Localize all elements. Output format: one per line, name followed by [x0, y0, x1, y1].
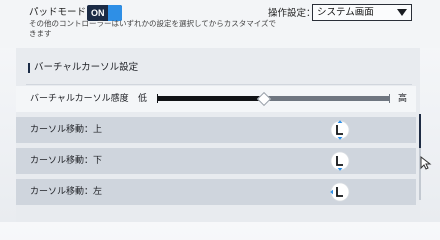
mouse-pointer-icon	[420, 156, 432, 170]
left-stick-down-icon	[330, 151, 350, 171]
operation-setting-label: 操作設定：	[268, 8, 316, 19]
sensitivity-row[interactable]: バーチャルカーソル感度 低 高	[16, 86, 416, 112]
sensitivity-label: バーチャルカーソル感度	[30, 94, 129, 104]
section-divider	[26, 84, 412, 85]
slider-end-tick	[389, 94, 390, 103]
sensitivity-slider[interactable]	[157, 96, 389, 101]
slider-high-label: 高	[398, 94, 408, 104]
cursor-move-up-row[interactable]: カーソル移動：上	[16, 117, 416, 143]
cursor-move-down-row[interactable]: カーソル移動：下	[16, 148, 416, 174]
pad-mode-label: パッドモード	[29, 7, 87, 18]
header-bar: パッドモード ON その他のコントローラーはいずれかの設定を選択してからカスタマ…	[0, 0, 440, 48]
cursor-move-left-label: カーソル移動：左	[30, 187, 103, 197]
settings-panel: バーチャルカーソル設定 バーチャルカーソル感度 低 高 カーソル移動：上 カーソ…	[16, 48, 421, 222]
cursor-move-down-label: カーソル移動：下	[30, 156, 103, 166]
cursor-move-left-row[interactable]: カーソル移動：左	[16, 179, 416, 205]
pad-mode-description: その他のコントローラーはいずれかの設定を選択してからカスタマイズできます	[29, 19, 277, 38]
slider-fill	[157, 96, 264, 101]
operation-setting-value: システム画面	[317, 7, 374, 18]
section-title: バーチャルカーソル設定	[28, 62, 138, 74]
scrollbar-thumb[interactable]	[419, 114, 421, 148]
left-stick-up-icon	[330, 120, 350, 140]
slider-thumb[interactable]	[256, 91, 271, 107]
left-stick-left-icon	[330, 182, 350, 202]
cursor-move-up-label: カーソル移動：上	[30, 125, 103, 135]
chevron-down-icon	[397, 9, 407, 16]
operation-setting-dropdown[interactable]: システム画面	[312, 4, 412, 21]
slider-low-label: 低	[138, 94, 148, 104]
